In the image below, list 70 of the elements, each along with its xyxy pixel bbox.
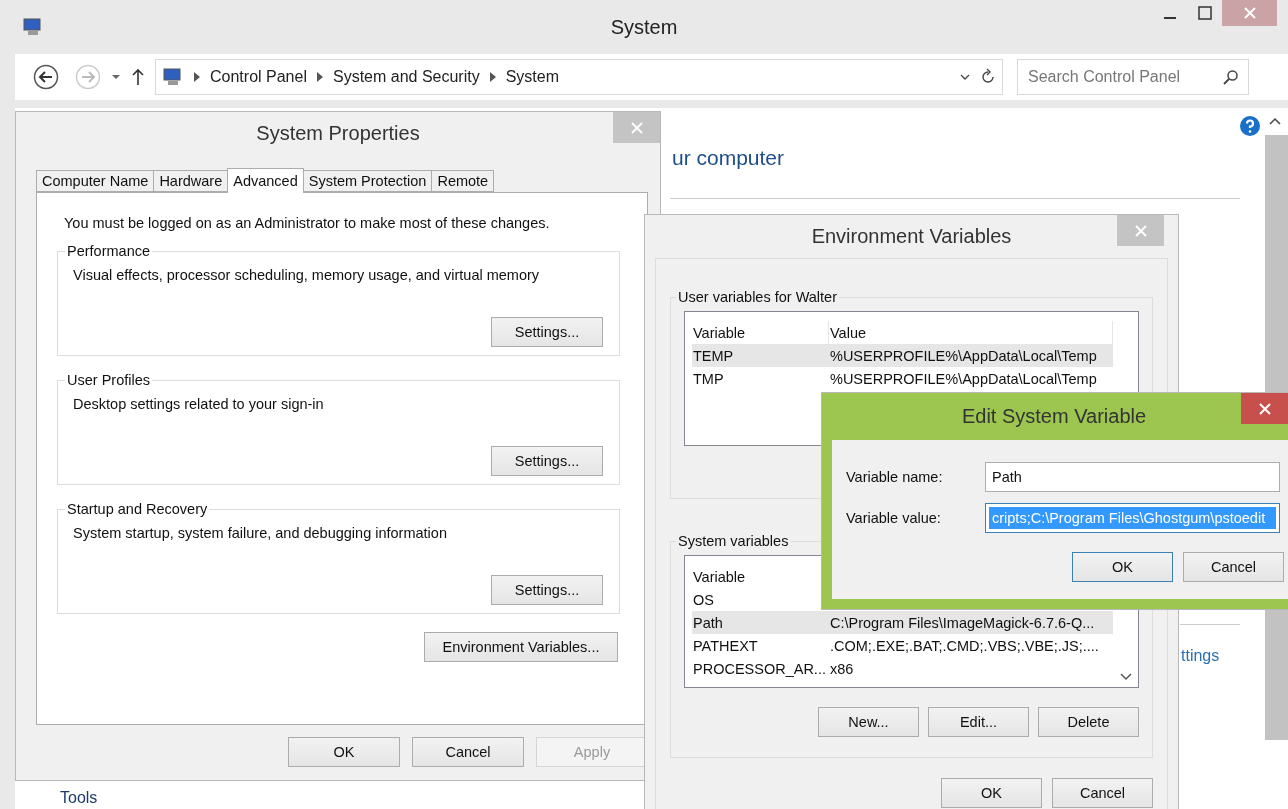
value-cell[interactable]: %USERPROFILE%\AppData\Local\Temp <box>829 367 1113 390</box>
dialog-title: Environment Variables <box>810 225 1013 248</box>
back-button[interactable] <box>33 64 59 90</box>
value-cell[interactable]: x86 <box>829 657 1113 680</box>
tab[interactable]: Computer Name <box>36 170 155 192</box>
breadcrumb-item[interactable]: Control Panel <box>210 68 307 86</box>
dialog-button[interactable]: OK <box>941 778 1042 808</box>
value-cell[interactable]: C:\Program Files\ImageMagick-6.7.6-Q... <box>829 611 1113 634</box>
group-title: Performance <box>66 243 151 259</box>
chevron-right-icon <box>316 72 323 82</box>
value-cell[interactable]: %USERPROFILE%\AppData\Local\Temp <box>829 344 1113 367</box>
group-description: System startup, system failure, and debugging information <box>73 525 448 541</box>
breadcrumb-item[interactable]: System <box>505 68 560 86</box>
maximize-icon <box>1197 6 1212 20</box>
up-arrow-button[interactable] <box>131 68 145 86</box>
close-icon <box>1243 7 1256 19</box>
help-icon[interactable] <box>1240 116 1260 136</box>
recent-dropdown-button[interactable] <box>111 74 121 80</box>
computer-icon <box>22 17 44 37</box>
variable-cell[interactable]: Path <box>692 611 829 634</box>
settings-button[interactable]: Settings... <box>491 317 603 347</box>
group-title: User variables for Walter <box>677 289 838 305</box>
table-action-button[interactable]: New... <box>818 707 919 737</box>
group-description: Visual effects, processor scheduling, memory usage, and virtual memory <box>73 267 541 283</box>
settings-button[interactable]: Settings... <box>491 446 603 476</box>
group-description: Desktop settings related to your sign-in <box>73 396 325 412</box>
breadcrumb-item[interactable]: System and Security <box>332 68 480 86</box>
dialog-button[interactable]: OK <box>1072 552 1173 582</box>
refresh-icon[interactable] <box>980 68 996 86</box>
close-icon <box>1258 402 1271 415</box>
dialog-button[interactable]: Cancel <box>412 737 524 767</box>
chevron-right-icon <box>489 72 496 82</box>
close-icon <box>630 121 643 134</box>
address-field[interactable]: Control Panel System and Security System <box>155 59 1003 95</box>
computer-icon <box>162 67 184 87</box>
variable-cell[interactable]: TEMP <box>692 344 829 367</box>
window-title: System <box>609 15 679 39</box>
chevron-down-icon[interactable] <box>960 74 970 80</box>
table-action-button[interactable]: Delete <box>1038 707 1139 737</box>
group-title: Startup and Recovery <box>66 501 209 517</box>
notice-text: You must be logged on as an Administrator to make most of these changes. <box>63 215 551 231</box>
settings-button[interactable]: Settings... <box>491 575 603 605</box>
dialog-button[interactable]: Cancel <box>1052 778 1153 808</box>
close-icon <box>1134 224 1147 237</box>
dialog-title: System Properties <box>255 122 421 145</box>
variable-cell[interactable]: PROCESSOR_AR... <box>692 657 829 680</box>
dialog-button[interactable]: Cancel <box>1183 552 1284 582</box>
environment-variables-button[interactable]: Environment Variables... <box>424 632 618 662</box>
chevron-right-icon <box>194 72 200 82</box>
minimize-icon <box>1163 17 1176 19</box>
tab[interactable]: System Protection <box>302 170 433 192</box>
dialog-button[interactable]: OK <box>288 737 400 767</box>
group-title: User Profiles <box>66 372 151 388</box>
tab[interactable]: Hardware <box>153 170 229 192</box>
tab[interactable]: Remote <box>431 170 495 192</box>
tab[interactable]: Advanced <box>227 168 304 193</box>
variable-cell[interactable]: PATHEXT <box>692 634 829 657</box>
group-title: System variables <box>677 533 790 549</box>
dialog-title: Edit System Variable <box>960 405 1148 428</box>
tools-link[interactable]: Tools <box>60 789 98 806</box>
text-field[interactable]: Path <box>985 462 1280 492</box>
field-label: Variable name: <box>846 469 944 485</box>
variable-cell[interactable]: TMP <box>692 367 829 390</box>
section-heading: ur computer <box>672 146 786 170</box>
search-field[interactable]: Search Control Panel <box>1017 59 1249 95</box>
close-button[interactable] <box>1241 393 1288 424</box>
settings-link[interactable]: ttings <box>1181 647 1220 664</box>
value-cell[interactable]: .COM;.EXE;.BAT;.CMD;.VBS;.VBE;.JS;.... <box>829 634 1113 657</box>
table-action-button[interactable]: Edit... <box>928 707 1029 737</box>
field-label: Variable value: <box>846 510 942 526</box>
